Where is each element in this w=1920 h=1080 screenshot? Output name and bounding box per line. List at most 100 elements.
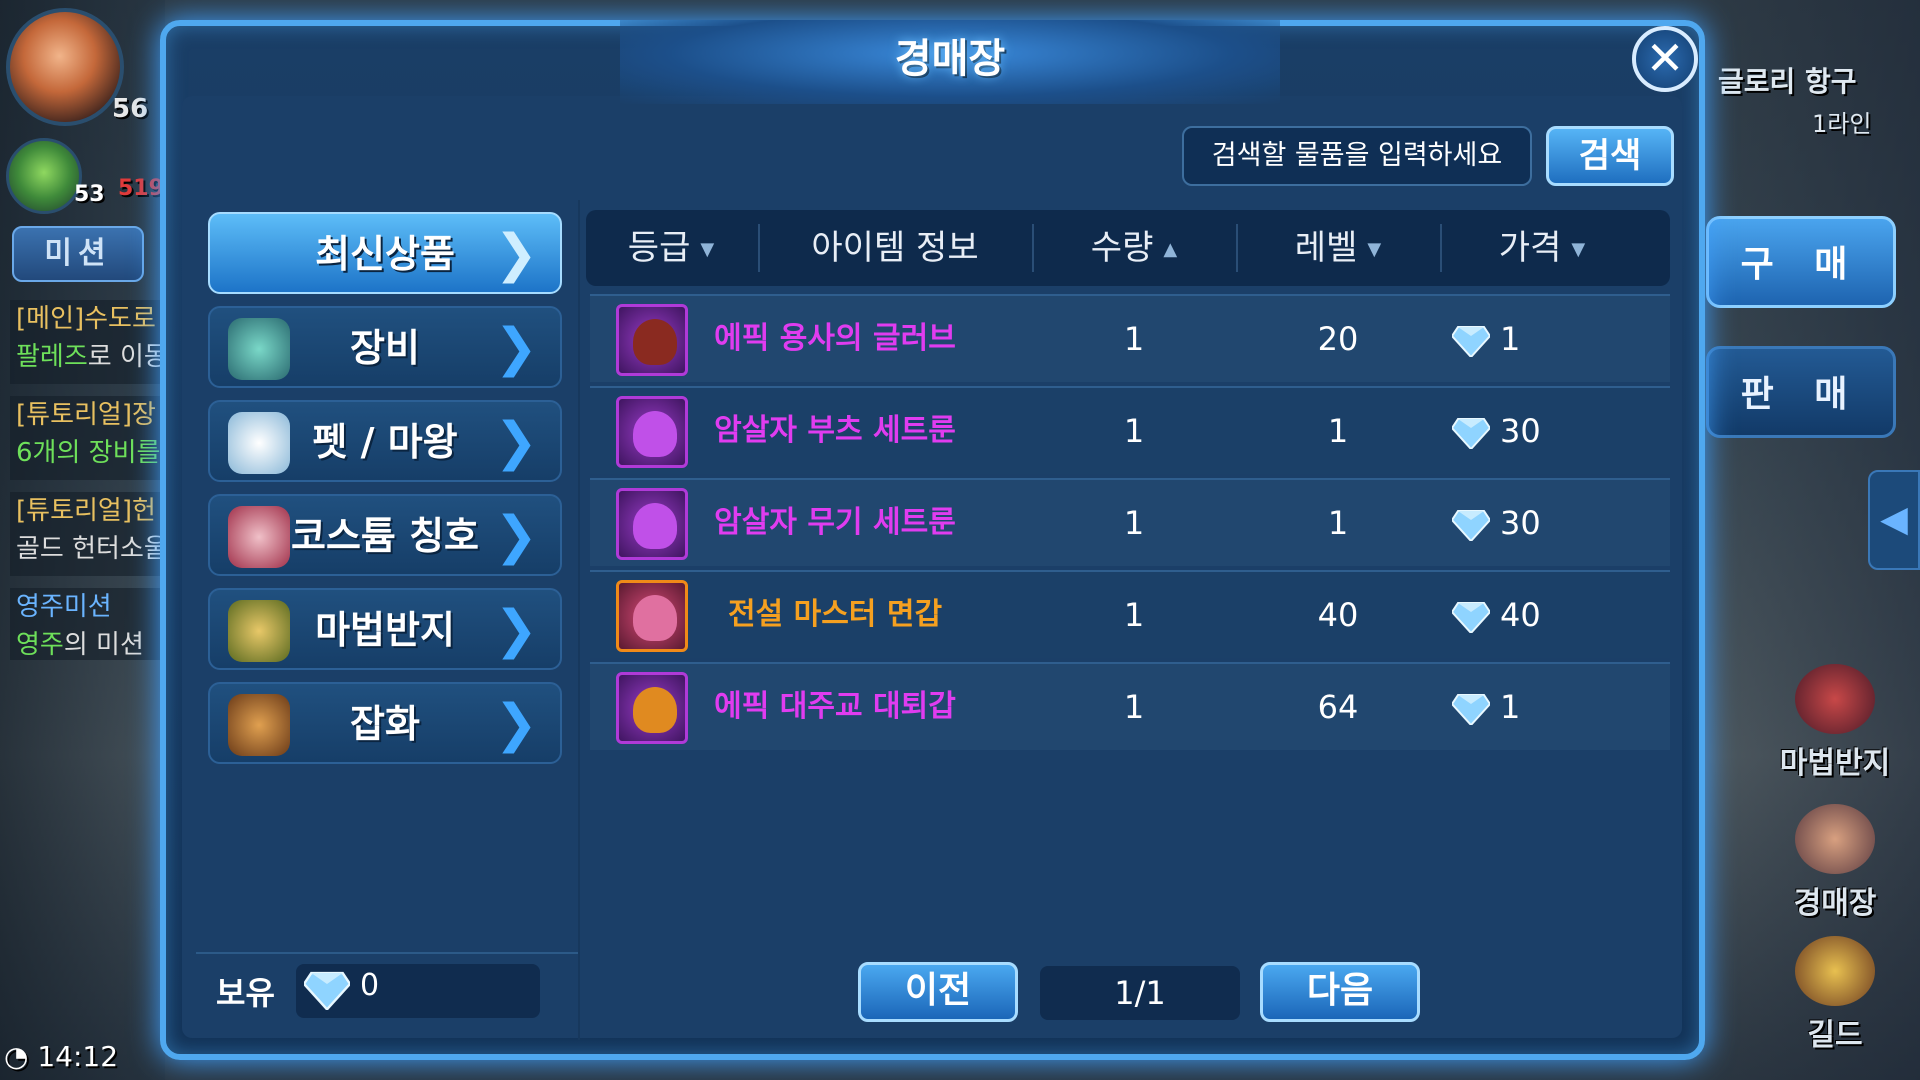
collapse-arrow-icon[interactable]: ◀ xyxy=(1868,470,1920,570)
item-name: 암살자 부츠 세트룬 xyxy=(714,413,956,448)
quest-title: [튜토리얼]헌 xyxy=(16,496,156,526)
category-pet[interactable]: 펫 / 마왕 ❯ xyxy=(208,400,562,482)
item-price: 1 xyxy=(1452,664,1592,750)
quest-target: 6개의 장비를 xyxy=(16,438,160,468)
column-price-label: 가격 xyxy=(1498,228,1562,268)
column-grade-label: 등급 xyxy=(627,228,691,268)
column-quantity[interactable]: 수량 ▲ xyxy=(1034,210,1234,286)
price-value: 40 xyxy=(1500,596,1541,634)
guild-emblem-icon xyxy=(1795,936,1875,1006)
item-price: 30 xyxy=(1452,388,1592,474)
diamond-icon xyxy=(1452,510,1490,541)
item-slot xyxy=(616,672,688,744)
prev-page-button[interactable]: 이전 xyxy=(858,962,1018,1022)
table-header: 등급 ▼ 아이템 정보 수량 ▲ 레벨 ▼ 가격 ▼ xyxy=(586,210,1670,286)
diamond-icon xyxy=(1452,694,1490,725)
price-value: 30 xyxy=(1500,504,1541,542)
item-level: 40 xyxy=(1317,596,1359,634)
item-name: 에픽 용사의 글러브 xyxy=(714,321,956,356)
item-price: 30 xyxy=(1452,480,1592,566)
table-row[interactable]: 에픽 대주교 대퇴갑 1 64 1 xyxy=(590,662,1670,750)
category-label: 장비 xyxy=(350,326,420,370)
item-qty: 1 xyxy=(1123,688,1145,726)
shortcut-auction[interactable]: 경매장 xyxy=(1760,804,1910,922)
location-name: 글로리 항구 xyxy=(1718,65,1857,98)
search-input[interactable]: 검색할 물품을 입력하세요 xyxy=(1182,126,1532,186)
sell-tab[interactable]: 판 매 xyxy=(1706,346,1896,438)
quest-item[interactable]: [메인]수도로 팔레즈로 이동 xyxy=(10,300,160,384)
sort-asc-icon: ▲ xyxy=(1163,238,1178,260)
item-qty: 1 xyxy=(1123,504,1145,542)
quest-item[interactable]: [튜토리얼]장 6개의 장비를 xyxy=(10,396,160,480)
item-level: 64 xyxy=(1317,688,1359,726)
item-qty: 1 xyxy=(1123,412,1145,450)
diamond-icon xyxy=(1452,602,1490,633)
category-label: 펫 / 마왕 xyxy=(312,420,458,464)
item-slot xyxy=(616,304,688,376)
item-level: 1 xyxy=(1327,412,1349,450)
mask-icon xyxy=(633,595,677,641)
table-row[interactable]: 암살자 부츠 세트룬 1 1 30 xyxy=(590,386,1670,474)
sort-desc-icon: ▼ xyxy=(700,238,715,260)
player-level: 56 xyxy=(112,94,149,124)
category-magic-ring[interactable]: 마법반지 ❯ xyxy=(208,588,562,670)
chevron-right-icon: ❯ xyxy=(494,412,538,472)
shortcut-label: 경매장 xyxy=(1793,886,1877,921)
diamond-icon xyxy=(1452,326,1490,357)
table-row[interactable]: 에픽 용사의 글러브 1 20 1 xyxy=(590,294,1670,382)
item-slot xyxy=(616,580,688,652)
next-page-button[interactable]: 다음 xyxy=(1260,962,1420,1022)
shortcut-magic-ring[interactable]: 마법반지 xyxy=(1760,664,1910,782)
item-price: 1 xyxy=(1452,296,1592,382)
quest-title: [메인]수도로 xyxy=(16,304,156,334)
chevron-right-icon: ❯ xyxy=(494,318,538,378)
close-button[interactable]: ✕ xyxy=(1632,26,1698,92)
chevron-right-icon: ❯ xyxy=(494,224,538,284)
player-avatar[interactable] xyxy=(6,8,124,126)
column-divider xyxy=(578,200,580,1040)
buy-tab[interactable]: 구 매 xyxy=(1706,216,1896,308)
footer-divider xyxy=(196,952,578,954)
diamond-icon xyxy=(304,971,350,1010)
shortcut-guild[interactable]: 길드 xyxy=(1760,936,1910,1054)
item-slot xyxy=(616,488,688,560)
shortcut-label: 마법반지 xyxy=(1779,746,1891,781)
panel-title: 경매장 xyxy=(894,36,1006,82)
column-level[interactable]: 레벨 ▼ xyxy=(1238,210,1438,286)
column-grade[interactable]: 등급 ▼ xyxy=(586,210,756,286)
column-level-label: 레벨 xyxy=(1294,228,1358,268)
pet-avatar[interactable] xyxy=(6,138,82,214)
category-label: 마법반지 xyxy=(315,608,455,652)
category-costume[interactable]: 코스튬 칭호 ❯ xyxy=(208,494,562,576)
quest-item[interactable]: 영주미션 영주의 미션 xyxy=(10,588,160,660)
category-latest[interactable]: 최신상품 ❯ xyxy=(208,212,562,294)
column-price[interactable]: 가격 ▼ xyxy=(1442,210,1642,286)
page-indicator: 1/1 xyxy=(1040,966,1240,1020)
quest-item[interactable]: [튜토리얼]헌 골드 헌터소울 xyxy=(10,492,160,576)
clock: ◔ 14:12 xyxy=(4,1040,118,1073)
item-qty: 1 xyxy=(1123,320,1145,358)
category-misc[interactable]: 잡화 ❯ xyxy=(208,682,562,764)
search-button[interactable]: 검색 xyxy=(1546,126,1674,186)
chevron-right-icon: ❯ xyxy=(494,600,538,660)
quest-title: 영주미션 xyxy=(16,592,112,622)
mission-button[interactable]: 미션 xyxy=(12,226,144,282)
item-name: 암살자 무기 세트룬 xyxy=(714,505,956,540)
category-label: 잡화 xyxy=(350,702,420,746)
column-qty-label: 수량 xyxy=(1090,228,1154,268)
item-price: 40 xyxy=(1452,572,1592,658)
pet-level: 53 xyxy=(74,182,105,207)
channel-label[interactable]: 1라인 xyxy=(1812,104,1871,139)
close-icon: ✕ xyxy=(1645,31,1685,85)
table-row[interactable]: 암살자 무기 세트룬 1 1 30 xyxy=(590,478,1670,566)
pet-hp: 519 xyxy=(118,176,164,201)
table-row[interactable]: 전설 마스터 면갑 1 40 40 xyxy=(590,570,1670,658)
clock-text: 14:12 xyxy=(37,1040,119,1073)
column-item-info: 아이템 정보 xyxy=(811,228,979,268)
shortcut-label: 길드 xyxy=(1807,1018,1863,1053)
thigh-armor-icon xyxy=(633,687,677,733)
weapon-rune-icon xyxy=(633,503,677,549)
chevron-right-icon: ❯ xyxy=(494,694,538,754)
dragon-icon xyxy=(1795,664,1875,734)
category-equipment[interactable]: 장비 ❯ xyxy=(208,306,562,388)
